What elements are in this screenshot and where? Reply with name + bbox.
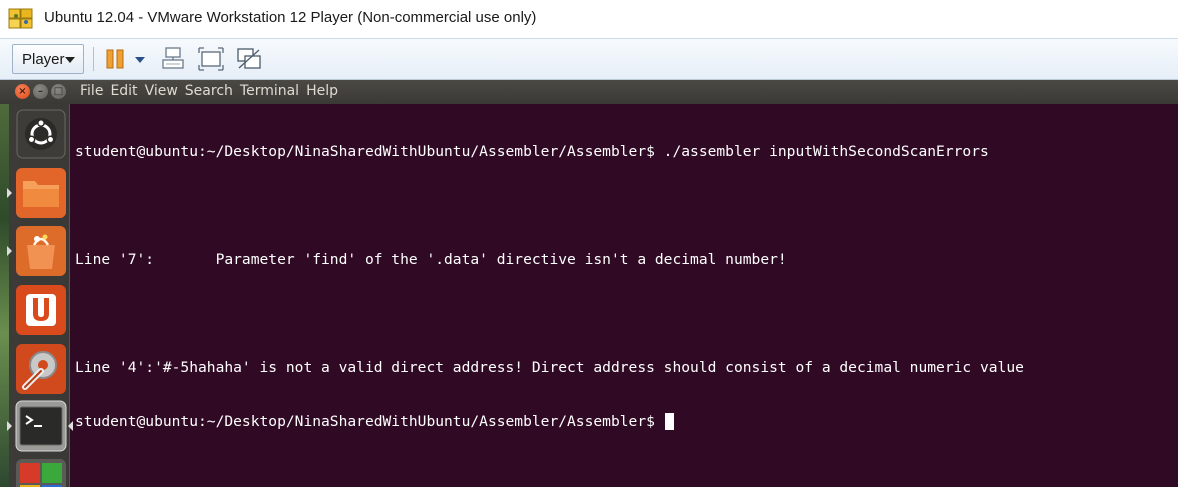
player-menu-button[interactable]: Player	[12, 44, 84, 74]
fit-guest-icon[interactable]	[198, 47, 224, 71]
files-icon	[16, 168, 66, 218]
terminal-prompt-line: student@ubuntu:~/Desktop/NinaSharedWithU…	[75, 413, 1175, 431]
terminal-icon	[15, 400, 67, 452]
ubuntu-one-icon	[16, 285, 66, 335]
menu-file[interactable]: File	[80, 83, 103, 99]
system-settings-icon	[16, 344, 66, 394]
launcher-item-software-center[interactable]	[15, 225, 67, 277]
dash-home-icon	[16, 109, 66, 159]
menu-items: File Edit View Search Terminal Help	[80, 83, 345, 99]
send-ctrl-alt-del-icon[interactable]	[160, 47, 186, 71]
launcher-item-ubuntu-one[interactable]	[15, 284, 67, 336]
menu-search[interactable]: Search	[185, 83, 233, 99]
terminal-line: Line '7': Parameter 'find' of the '.data…	[75, 251, 787, 268]
running-indicator	[7, 421, 12, 431]
window-titlebar: Ubuntu 12.04 - VMware Workstation 12 Pla…	[0, 0, 1178, 38]
vmware-app-icon	[8, 8, 33, 29]
launcher-item-terminal[interactable]	[15, 400, 67, 452]
menu-view[interactable]: View	[145, 83, 178, 99]
minimize-icon[interactable]: –	[33, 84, 48, 99]
running-indicator	[7, 246, 12, 256]
terminal-prompt: student@ubuntu:~/Desktop/NinaSharedWithU…	[75, 413, 664, 430]
window-title: Ubuntu 12.04 - VMware Workstation 12 Pla…	[44, 9, 537, 26]
unity-launcher	[0, 104, 73, 487]
maximize-icon[interactable]: □	[51, 84, 66, 99]
terminal-line: student@ubuntu:~/Desktop/NinaSharedWithU…	[75, 143, 989, 160]
close-icon[interactable]: ×	[15, 84, 30, 99]
terminal-cursor	[664, 413, 674, 430]
launcher-item-files[interactable]	[15, 167, 67, 219]
software-center-icon	[16, 226, 66, 276]
menu-help[interactable]: Help	[306, 83, 338, 99]
launcher-item-dash[interactable]	[15, 108, 67, 160]
focused-indicator	[68, 421, 73, 431]
unity-mode-icon[interactable]	[236, 47, 262, 71]
window-controls: × – □	[15, 84, 66, 99]
dropdown-caret-icon[interactable]	[131, 47, 149, 71]
workspaces-icon	[16, 459, 66, 487]
ubuntu-guest-screen[interactable]: × – □ File Edit View Search Terminal Hel…	[0, 80, 1178, 487]
launcher-item-system-settings[interactable]	[15, 343, 67, 395]
player-menu-label: Player	[22, 50, 65, 68]
toolbar-divider	[93, 47, 94, 71]
terminal-menubar: × – □ File Edit View Search Terminal Hel…	[0, 80, 1178, 104]
menu-terminal[interactable]: Terminal	[240, 83, 299, 99]
terminal-line: Line '4':'#-5hahaha' is not a valid dire…	[75, 359, 1024, 376]
chevron-down-icon	[65, 57, 75, 63]
vmware-toolbar: Player	[0, 38, 1178, 80]
terminal-output[interactable]: student@ubuntu:~/Desktop/NinaSharedWithU…	[75, 107, 1175, 467]
launcher-item-workspaces[interactable]	[15, 458, 67, 487]
running-indicator	[7, 188, 12, 198]
pause-icon[interactable]	[103, 47, 129, 71]
menu-edit[interactable]: Edit	[110, 83, 137, 99]
